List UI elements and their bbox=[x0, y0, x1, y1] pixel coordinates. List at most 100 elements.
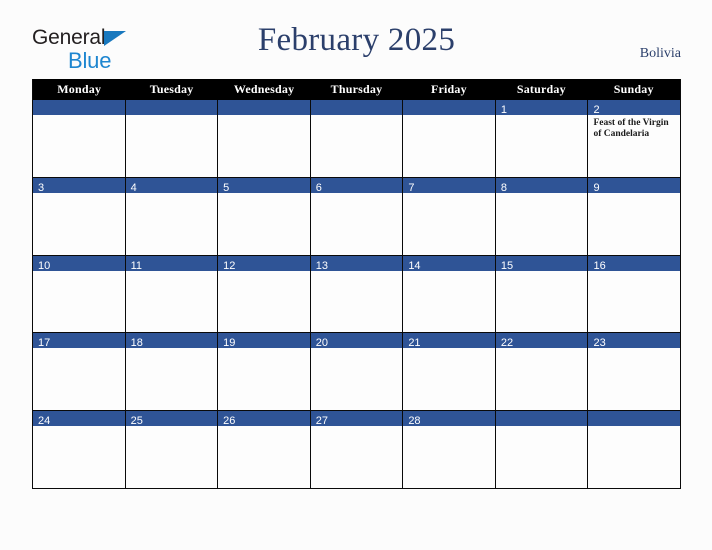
day-number: 11 bbox=[130, 259, 142, 272]
day-cell-empty bbox=[124, 100, 218, 177]
day-cell-9[interactable]: 9 bbox=[587, 177, 681, 255]
country-label: Bolivia bbox=[639, 46, 681, 61]
day-number: 5 bbox=[223, 181, 230, 194]
day-cell-5[interactable]: 5 bbox=[217, 177, 310, 255]
day-number: 17 bbox=[38, 337, 51, 350]
day-number-bar bbox=[588, 411, 681, 427]
day-cell-empty bbox=[217, 100, 310, 177]
day-number: 7 bbox=[408, 181, 415, 194]
day-number-bar: 18 bbox=[125, 333, 218, 350]
day-cell-6[interactable]: 6 bbox=[309, 177, 403, 255]
day-number-bar: 28 bbox=[403, 411, 495, 428]
day-number: 19 bbox=[223, 337, 236, 350]
day-number-bar bbox=[125, 100, 218, 115]
day-number: 2 bbox=[593, 104, 600, 116]
day-number-bar: 11 bbox=[125, 255, 218, 272]
day-number-bar: 10 bbox=[33, 255, 125, 272]
weekday-header-tuesday: Tuesday bbox=[149, 82, 194, 96]
day-cell-3[interactable]: 3 bbox=[33, 177, 125, 255]
day-number: 15 bbox=[500, 259, 514, 272]
page-title: February 2025 bbox=[257, 22, 456, 58]
day-number: 13 bbox=[315, 259, 328, 272]
day-number-bar: 20 bbox=[310, 333, 403, 349]
day-number: 9 bbox=[593, 181, 600, 194]
day-number-bar: 7 bbox=[403, 177, 495, 194]
day-number: 12 bbox=[223, 259, 236, 272]
calendar-week-row: 10 11 12 13 14 15 16 bbox=[33, 254, 681, 333]
day-number: 4 bbox=[130, 181, 137, 194]
day-number-bar: 14 bbox=[403, 255, 495, 272]
calendar-grid: Monday Tuesday Wednesday Thursday Friday Satu… bbox=[32, 79, 681, 489]
day-number: 27 bbox=[315, 415, 328, 428]
day-cell-22[interactable]: 22 bbox=[494, 333, 588, 411]
day-cell-17[interactable]: 17 bbox=[33, 333, 125, 411]
weekday-header-monday: Monday bbox=[57, 82, 102, 96]
day-number-bar: 26 bbox=[218, 411, 310, 428]
day-number: 1 bbox=[500, 104, 508, 116]
day-number: 3 bbox=[38, 181, 45, 194]
day-number-bar bbox=[310, 100, 403, 115]
day-cell-16[interactable]: 16 bbox=[587, 255, 681, 333]
day-cell-15[interactable]: 15 bbox=[494, 255, 588, 333]
day-number: 14 bbox=[408, 259, 421, 272]
day-number-bar bbox=[33, 100, 125, 115]
day-number-bar: 23 bbox=[588, 333, 681, 349]
day-number-bar: 13 bbox=[310, 255, 403, 272]
calendar-body: 1 2 Feast of the Virgin of Candelaria 3 4 5 6 7… bbox=[33, 100, 681, 488]
day-cell-empty bbox=[494, 411, 588, 488]
day-cell-11[interactable]: 11 bbox=[124, 255, 218, 333]
day-cell-2[interactable]: 2 Feast of the Virgin of Candelaria bbox=[587, 100, 681, 177]
event-label: Feast of the Virgin of Candelaria bbox=[593, 118, 669, 139]
weekday-header-friday: Friday bbox=[430, 82, 467, 96]
day-number-bar: 8 bbox=[495, 177, 588, 194]
day-cell-13[interactable]: 13 bbox=[309, 255, 403, 333]
day-cell-20[interactable]: 20 bbox=[309, 333, 403, 411]
day-number-bar: 3 bbox=[33, 177, 125, 194]
day-number: 26 bbox=[223, 415, 236, 428]
day-number: 6 bbox=[315, 181, 322, 194]
day-cell-24[interactable]: 24 bbox=[33, 411, 125, 488]
event-list: Feast of the Virgin of Candelaria bbox=[588, 115, 680, 140]
day-cell-23[interactable]: 23 bbox=[587, 333, 681, 411]
day-cell-4[interactable]: 4 bbox=[124, 177, 218, 255]
day-number-bar: 16 bbox=[588, 255, 681, 272]
day-number: 10 bbox=[38, 259, 51, 272]
day-number: 28 bbox=[408, 415, 421, 428]
day-number-bar: 24 bbox=[33, 411, 125, 428]
day-cell-25[interactable]: 25 bbox=[124, 411, 218, 488]
day-number-bar: 6 bbox=[310, 177, 403, 194]
day-number: 18 bbox=[130, 337, 143, 350]
day-number-bar bbox=[495, 411, 588, 427]
weekday-header-sunday: Sunday bbox=[613, 82, 654, 96]
day-number-bar: 15 bbox=[495, 255, 588, 272]
day-number: 8 bbox=[500, 181, 508, 194]
day-cell-1[interactable]: 1 bbox=[494, 100, 588, 177]
day-number-bar: 9 bbox=[588, 177, 681, 194]
day-number: 24 bbox=[38, 415, 51, 428]
day-cell-18[interactable]: 18 bbox=[124, 333, 218, 411]
day-cell-19[interactable]: 19 bbox=[217, 333, 310, 411]
day-cell-7[interactable]: 7 bbox=[402, 177, 495, 255]
day-cell-28[interactable]: 28 bbox=[402, 411, 495, 488]
day-cell-14[interactable]: 14 bbox=[402, 255, 495, 333]
day-cell-12[interactable]: 12 bbox=[217, 255, 310, 333]
day-number-bar: 1 bbox=[495, 100, 588, 116]
day-number-bar bbox=[403, 100, 495, 115]
weekday-header-saturday: Saturday bbox=[516, 82, 566, 96]
day-cell-8[interactable]: 8 bbox=[494, 177, 588, 255]
day-number-bar: 25 bbox=[125, 411, 218, 427]
day-number: 16 bbox=[593, 259, 606, 272]
weekday-header-wednesday: Wednesday bbox=[233, 82, 295, 96]
calendar-header: General Blue February 2025 Bolivia bbox=[32, 22, 681, 76]
calendar-page: General Blue February 2025 Bolivia Monda… bbox=[0, 0, 712, 550]
day-cell-empty bbox=[402, 100, 495, 177]
day-number-bar: 19 bbox=[218, 333, 310, 350]
day-number-bar bbox=[218, 100, 310, 115]
day-cell-empty bbox=[309, 100, 403, 177]
day-cell-26[interactable]: 26 bbox=[217, 411, 310, 488]
day-cell-empty bbox=[587, 411, 681, 488]
day-cell-10[interactable]: 10 bbox=[33, 255, 125, 333]
day-cell-21[interactable]: 21 bbox=[402, 333, 495, 411]
day-cell-27[interactable]: 27 bbox=[309, 411, 403, 488]
weekday-header-row: Monday Tuesday Wednesday Thursday Friday Satu… bbox=[33, 79, 680, 100]
